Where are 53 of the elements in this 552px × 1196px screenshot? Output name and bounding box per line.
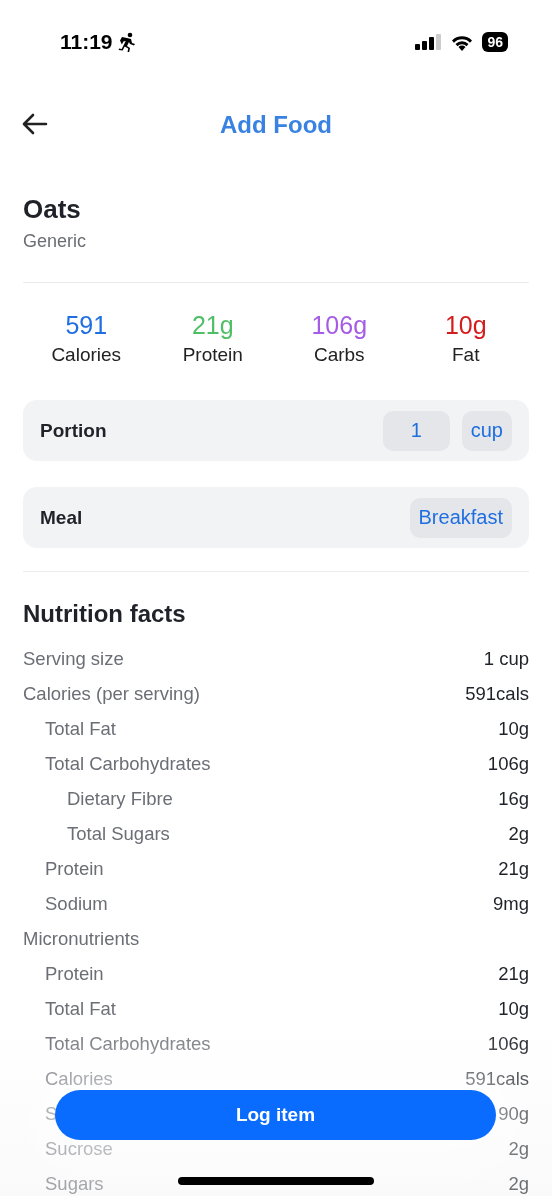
signal-icon — [415, 34, 443, 50]
nutrient-value: 2g — [508, 1137, 529, 1160]
nutrient-label: Total Fat — [45, 717, 116, 740]
macro-value: 10g — [444, 311, 487, 340]
macro-value: 106g — [311, 311, 368, 340]
nutrient-label: Calories — [45, 1067, 113, 1090]
nutrient-label: Sucrose — [45, 1137, 113, 1160]
nutrient-value: 591cals — [465, 1067, 529, 1090]
food-brand: Generic — [23, 231, 88, 252]
nutrient-value: 90g — [498, 1102, 529, 1125]
section-title: Nutrition facts — [23, 600, 187, 628]
nutrient-label: Dietary Fibre — [67, 787, 173, 810]
nutrient-label: Total Sugars — [67, 822, 170, 845]
nutrient-label: Micronutrients — [23, 927, 140, 950]
nutrient-label: Total Fat — [45, 997, 116, 1020]
nutrient-value: 1 cup — [483, 647, 529, 670]
nutrient-label: Protein — [45, 962, 104, 985]
nutrient-label: Calories (per serving) — [23, 682, 200, 705]
nutrient-value: 9mg — [493, 892, 529, 915]
nutrient-value: 106g — [487, 1032, 529, 1055]
nutrient-label: Total Carbohydrates — [45, 752, 211, 775]
wifi-icon — [450, 33, 475, 51]
nutrient-value: 10g — [498, 997, 529, 1020]
macro-label: Calories — [51, 344, 122, 366]
running-figure-icon — [117, 32, 136, 52]
setting-label: Portion — [40, 419, 108, 442]
nutrient-value: 21g — [498, 857, 529, 880]
macro-value: 591 — [65, 311, 108, 340]
nutrient-value: 21g — [498, 962, 529, 985]
nutrient-label: Protein — [45, 857, 104, 880]
nutrient-value: 591cals — [465, 682, 529, 705]
battery-icon: 96 — [482, 32, 508, 52]
nutrient-value: 2g — [508, 1172, 529, 1195]
nutrient-value: 16g — [498, 787, 529, 810]
nutrient-label: Serving size — [23, 647, 124, 670]
food-name: Oats — [23, 194, 82, 225]
page-title: Add Food — [220, 111, 332, 139]
log-item-button[interactable]: Log item — [55, 1090, 496, 1140]
macro-value: 21g — [191, 311, 234, 340]
nutrient-value: 2g — [508, 822, 529, 845]
nutrient-value: 10g — [498, 717, 529, 740]
picker-button[interactable]: cup — [461, 410, 512, 451]
setting-label: Meal — [40, 506, 84, 529]
macro-label: Protein — [182, 344, 243, 366]
macro-label: Fat — [452, 344, 480, 366]
clock: 11:19 — [60, 30, 113, 54]
macro-label: Carbs — [313, 344, 365, 366]
amount-field[interactable]: 1 — [382, 410, 450, 451]
nutrient-label: Sodium — [45, 892, 108, 915]
nutrient-label: Total Carbohydrates — [45, 1032, 211, 1055]
picker-button[interactable]: Breakfast — [409, 497, 512, 538]
nutrient-label: Sugars — [45, 1172, 104, 1195]
nutrient-value: 106g — [487, 752, 529, 775]
